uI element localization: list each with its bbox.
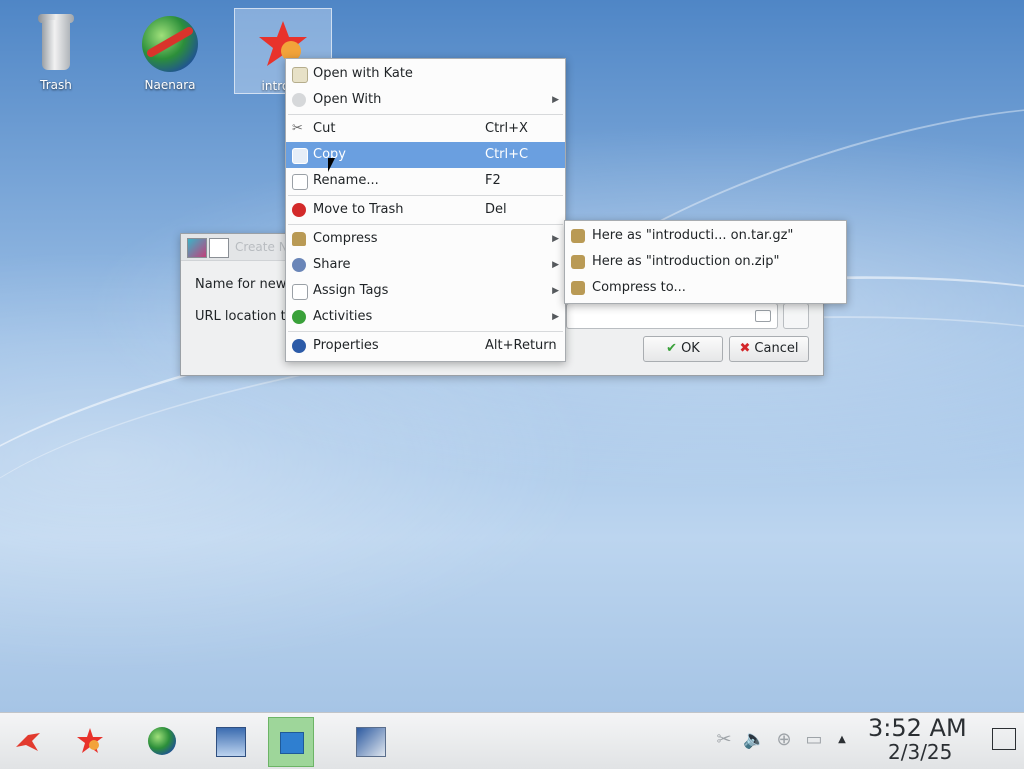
- dialog-title: Create N: [235, 240, 288, 254]
- browse-button[interactable]: [783, 303, 809, 329]
- cancel-button[interactable]: ✖ Cancel: [729, 336, 809, 362]
- url-input[interactable]: [566, 303, 778, 329]
- menu-item-assign-tags[interactable]: Assign Tags ▶: [286, 278, 565, 304]
- archive-icon: [571, 255, 585, 269]
- trash-icon: [26, 14, 86, 76]
- shortcut-label: Ctrl+C: [485, 147, 529, 162]
- menu-item-properties[interactable]: Properties Alt+Return: [286, 333, 565, 359]
- volume-icon[interactable]: 🔈: [743, 729, 765, 751]
- clipboard-scissors-icon[interactable]: ✂: [713, 729, 735, 751]
- folder-icon: [280, 732, 304, 754]
- taskbar-dialog-window[interactable]: [268, 717, 314, 767]
- shortcut-label: Ctrl+X: [485, 121, 528, 136]
- clock-time[interactable]: 3:52 AM: [868, 714, 967, 742]
- submenu-arrow-icon: ▶: [552, 312, 559, 322]
- taskbar-browser[interactable]: [140, 717, 184, 765]
- check-icon: ✔: [666, 341, 678, 356]
- star-archive-icon: [77, 728, 103, 753]
- taskbar-settings[interactable]: [348, 717, 392, 765]
- name-label: Name for new: [195, 277, 287, 292]
- menu-item-open-with[interactable]: Open With ▶: [286, 87, 565, 113]
- menu-separator: [288, 114, 563, 115]
- info-icon: [292, 339, 306, 353]
- globe-icon: [148, 727, 176, 755]
- shortcut-label: Del: [485, 202, 507, 217]
- cancel-x-icon: ✖: [739, 341, 751, 356]
- copy-icon: [292, 148, 308, 164]
- submenu-item-tar-gz[interactable]: Here as "introducti... on.tar.gz": [565, 223, 846, 249]
- clear-icon[interactable]: [755, 310, 771, 322]
- trash-forbidden-icon: [292, 203, 306, 217]
- text-editor-icon: [292, 67, 308, 83]
- tag-icon: [292, 284, 308, 300]
- archive-icon: [292, 232, 306, 246]
- submenu-arrow-icon: ▶: [552, 286, 559, 296]
- submenu-arrow-icon: ▶: [552, 234, 559, 244]
- display-icon[interactable]: ▭: [803, 729, 825, 751]
- archive-icon: [571, 281, 585, 295]
- compress-submenu: Here as "introducti... on.tar.gz" Here a…: [564, 220, 847, 304]
- rename-icon: [292, 174, 308, 190]
- taskbar-file-manager[interactable]: [208, 717, 252, 765]
- url-label: URL location to: [195, 309, 294, 324]
- menu-item-compress[interactable]: Compress ▶: [286, 226, 565, 252]
- menu-separator: [288, 331, 563, 332]
- desktop-icon-trash[interactable]: Trash: [8, 8, 104, 92]
- scissors-icon: ✂: [292, 121, 303, 136]
- menu-item-move-to-trash[interactable]: Move to Trash Del: [286, 197, 565, 223]
- activities-icon: [292, 310, 306, 324]
- taskbar-archive-app[interactable]: [68, 717, 112, 765]
- shortcut-label: F2: [485, 173, 501, 188]
- submenu-item-compress-to[interactable]: Compress to...: [565, 275, 846, 301]
- tray-expand-icon[interactable]: ▲: [831, 729, 853, 751]
- pin-icon[interactable]: [209, 238, 229, 258]
- share-icon: [292, 258, 306, 272]
- submenu-arrow-icon: ▶: [552, 260, 559, 270]
- ok-button[interactable]: ✔ OK: [643, 336, 723, 362]
- taskbar-launcher[interactable]: [6, 717, 50, 765]
- menu-separator: [288, 224, 563, 225]
- desktop-icon-naenara[interactable]: Naenara: [122, 8, 218, 92]
- menu-separator: [288, 195, 563, 196]
- globe-icon: [140, 14, 200, 76]
- archive-icon: [571, 229, 585, 243]
- menu-item-share[interactable]: Share ▶: [286, 252, 565, 278]
- app-icon: [187, 238, 207, 258]
- submenu-arrow-icon: ▶: [552, 95, 559, 105]
- shortcut-label: Alt+Return: [485, 338, 557, 353]
- clock-date[interactable]: 2/3/25: [888, 740, 952, 764]
- red-star-menu-icon: [16, 733, 40, 751]
- menu-item-open-with-kate[interactable]: Open with Kate: [286, 61, 565, 87]
- network-globe-icon[interactable]: ⊕: [773, 729, 795, 751]
- submenu-item-zip[interactable]: Here as "introduction on.zip": [565, 249, 846, 275]
- show-desktop-button[interactable]: [992, 728, 1016, 750]
- context-menu: Open with Kate Open With ▶ ✂ Cut Ctrl+X …: [285, 58, 566, 362]
- desktop-icon-label: Trash: [40, 78, 72, 92]
- menu-item-cut[interactable]: ✂ Cut Ctrl+X: [286, 116, 565, 142]
- menu-item-activities[interactable]: Activities ▶: [286, 304, 565, 330]
- mouse-cursor: [328, 158, 335, 172]
- desktop-icon-label: Naenara: [144, 78, 196, 92]
- settings-window-icon: [356, 727, 386, 757]
- file-manager-icon: [216, 727, 246, 757]
- open-with-icon: [292, 93, 306, 107]
